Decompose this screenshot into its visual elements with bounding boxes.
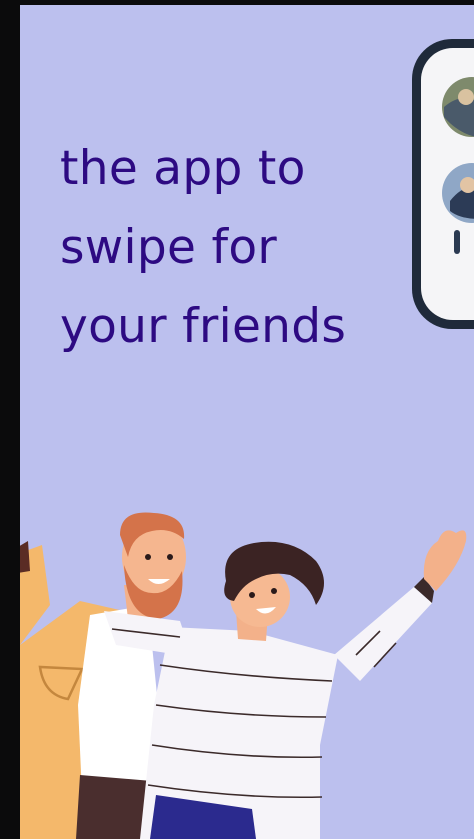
man-eye — [167, 554, 173, 560]
woman-waving-sleeve — [334, 587, 432, 681]
woman-eye — [249, 592, 255, 598]
woman-waving-hand — [423, 530, 467, 591]
man-eye — [145, 554, 151, 560]
man-raised-hand — [20, 541, 30, 573]
friends-illustration — [20, 512, 467, 839]
woman-eye — [271, 588, 277, 594]
promo-screen: the app to swipe for your friends — [20, 5, 474, 839]
